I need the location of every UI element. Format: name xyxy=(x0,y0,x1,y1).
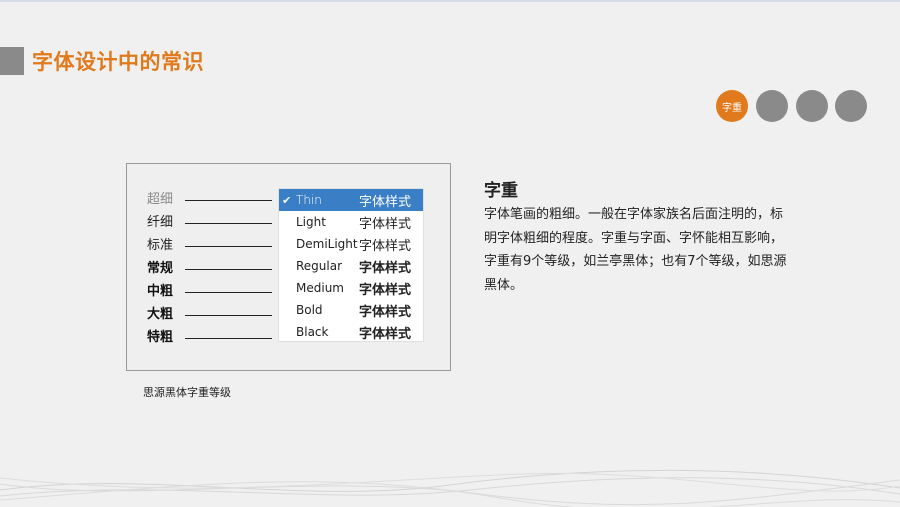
weight-label: 纤细 xyxy=(147,215,174,230)
weight-name: Light xyxy=(296,215,326,229)
connector-line xyxy=(185,338,272,339)
weight-row: 常规 xyxy=(147,259,277,279)
style-sample: 字体样式 xyxy=(359,238,412,254)
style-sample: 字体样式 xyxy=(359,304,412,320)
weight-label: 标准 xyxy=(147,238,174,253)
connector-line xyxy=(185,200,272,201)
weight-row: 纤细 xyxy=(147,213,277,233)
step-dot-3[interactable] xyxy=(796,90,828,122)
weight-name: Regular xyxy=(296,259,343,273)
weight-row: 标准 xyxy=(147,236,277,256)
weight-row: 超细 xyxy=(147,190,277,210)
weight-label: 超细 xyxy=(147,192,174,207)
top-divider xyxy=(0,0,900,2)
title-marker xyxy=(0,47,24,75)
dropdown-item[interactable]: Light 字体样式 xyxy=(279,211,423,233)
font-weight-dropdown[interactable]: ✔ Thin 字体样式 Light 字体样式 DemiLight 字体样式 Re… xyxy=(278,188,424,342)
weight-row: 特粗 xyxy=(147,328,277,348)
section-body: 字体笔画的粗细。一般在字体家族名后面注明的，标明字体粗细的程度。字重与字面、字怀… xyxy=(484,207,787,293)
weight-label: 中粗 xyxy=(147,284,174,299)
step-dot-1[interactable]: 字重 xyxy=(716,90,748,122)
dropdown-item[interactable]: Medium 字体样式 xyxy=(279,277,423,299)
weight-name: Thin xyxy=(296,193,322,207)
weight-label: 特粗 xyxy=(147,330,174,345)
weight-row: 中粗 xyxy=(147,282,277,302)
dropdown-item[interactable]: ✔ Thin 字体样式 xyxy=(279,189,423,211)
weight-row: 大粗 xyxy=(147,305,277,325)
page-title: 字体设计中的常识 xyxy=(32,50,204,74)
style-sample: 字体样式 xyxy=(359,282,412,298)
weight-label: 大粗 xyxy=(147,307,174,322)
dropdown-item[interactable]: Black 字体样式 xyxy=(279,321,423,343)
dropdown-item[interactable]: Bold 字体样式 xyxy=(279,299,423,321)
section-heading: 字重 xyxy=(484,181,518,201)
weight-name: DemiLight xyxy=(296,237,358,251)
figure-caption: 思源黑体字重等级 xyxy=(143,386,231,399)
step-dot-4[interactable] xyxy=(835,90,867,122)
connector-line xyxy=(185,292,272,293)
weight-name: Medium xyxy=(296,281,344,295)
step-dot-2[interactable] xyxy=(756,90,788,122)
dropdown-item[interactable]: Regular 字体样式 xyxy=(279,255,423,277)
weight-label: 常规 xyxy=(147,261,174,276)
check-icon: ✔ xyxy=(282,193,292,207)
style-sample: 字体样式 xyxy=(359,216,412,232)
decorative-waves xyxy=(0,469,900,507)
connector-line xyxy=(185,315,272,316)
weight-name: Bold xyxy=(296,303,323,317)
style-sample: 字体样式 xyxy=(359,260,412,276)
connector-line xyxy=(185,269,272,270)
weight-name: Black xyxy=(296,325,329,339)
connector-line xyxy=(185,223,272,224)
connector-line xyxy=(185,246,272,247)
dropdown-item[interactable]: DemiLight 字体样式 xyxy=(279,233,423,255)
style-sample: 字体样式 xyxy=(359,194,412,210)
style-sample: 字体样式 xyxy=(359,326,412,342)
